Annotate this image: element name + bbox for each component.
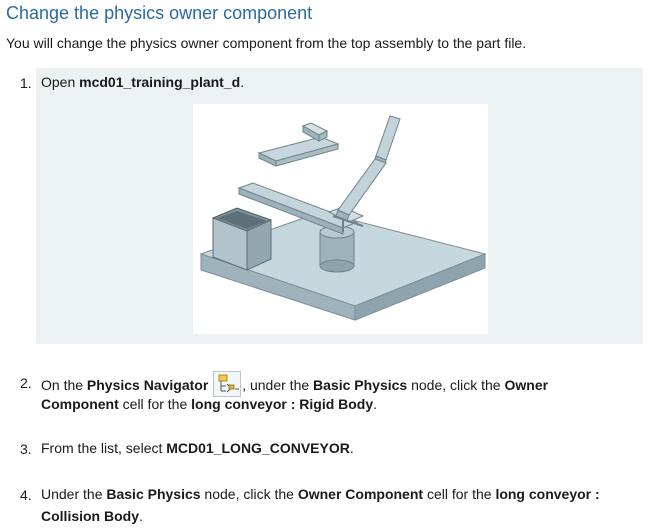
step-4-line-1: Under the Basic Physics node, click the … [41, 486, 600, 502]
intro-text: You will change the physics owner compon… [6, 35, 527, 51]
plant-model-image [199, 115, 487, 321]
file-name: mcd01_training_plant_d [79, 74, 241, 90]
step-1-number: 1. [20, 75, 32, 91]
page-title: Change the physics owner component [6, 3, 313, 23]
step-4-number: 4. [20, 487, 32, 503]
step-3-number: 3. [20, 441, 32, 457]
assembly-figure [193, 104, 488, 334]
step-1-text: Open mcd01_training_plant_d. [41, 74, 245, 90]
step-2-number: 2. [20, 375, 32, 391]
step-4-line-2: Collision Body. [41, 508, 143, 524]
step-3-text: From the list, select MCD01_LONG_CONVEYO… [41, 440, 354, 456]
step-2-line-2: Component cell for the long conveyor : R… [41, 396, 378, 412]
